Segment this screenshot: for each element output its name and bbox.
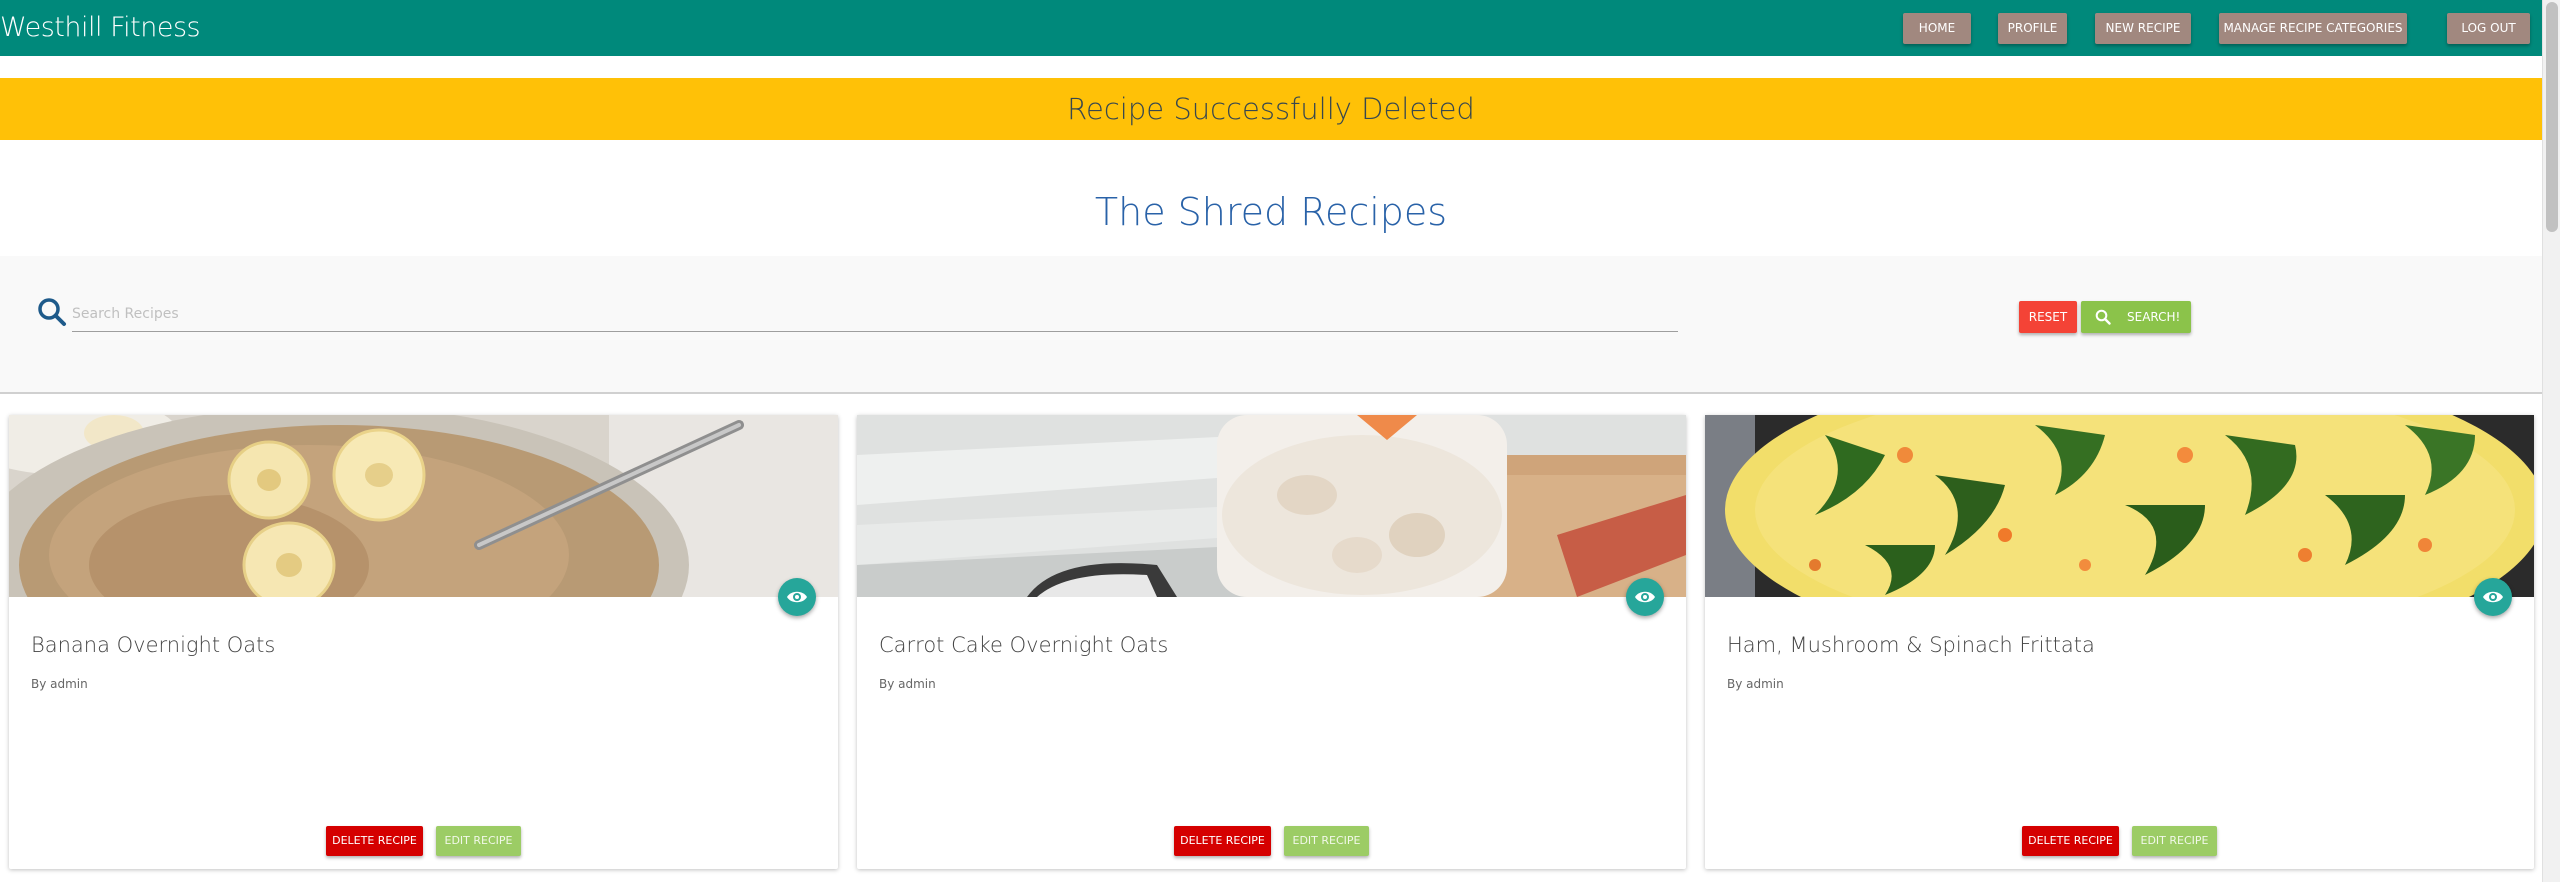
nav-home-button[interactable]: HOME [1903, 13, 1971, 44]
nav-manage-categories-button[interactable]: MANAGE RECIPE CATEGORIES [2219, 13, 2407, 44]
search-input[interactable] [72, 296, 1678, 332]
delete-recipe-button[interactable]: DELETE RECIPE [1174, 826, 1271, 856]
edit-recipe-button[interactable]: EDIT RECIPE [2132, 826, 2217, 856]
recipe-author: By admin [31, 677, 88, 691]
nav-profile-button[interactable]: PROFILE [1998, 13, 2067, 44]
delete-recipe-button[interactable]: DELETE RECIPE [326, 826, 423, 856]
brand-logo[interactable]: Westhill Fitness [0, 12, 201, 43]
view-recipe-button[interactable] [2474, 578, 2512, 616]
nav-logout-button[interactable]: LOG OUT [2447, 13, 2530, 44]
search-panel: RESET SEARCH! [0, 256, 2542, 394]
search-button[interactable]: SEARCH! [2081, 301, 2191, 333]
recipe-card: Banana Overnight Oats By admin DELETE RE… [9, 415, 838, 869]
page-root: Westhill Fitness HOME PROFILE NEW RECIPE… [0, 0, 2560, 882]
search-icon [38, 298, 66, 326]
recipe-image-banana-oats [9, 415, 838, 597]
search-button-label: SEARCH! [2127, 310, 2181, 324]
search-icon [2095, 309, 2111, 325]
reset-button[interactable]: RESET [2019, 301, 2077, 333]
view-recipe-button[interactable] [778, 578, 816, 616]
recipe-image-frittata [1705, 415, 2534, 597]
edit-recipe-button[interactable]: EDIT RECIPE [1284, 826, 1369, 856]
recipe-author: By admin [1727, 677, 1784, 691]
recipe-author: By admin [879, 677, 936, 691]
recipe-card: Ham, Mushroom & Spinach Frittata By admi… [1705, 415, 2534, 869]
page-title: The Shred Recipes [1094, 190, 1448, 234]
delete-recipe-button[interactable]: DELETE RECIPE [2022, 826, 2119, 856]
recipe-title[interactable]: Banana Overnight Oats [31, 633, 275, 657]
eye-icon [1635, 591, 1655, 603]
edit-recipe-button[interactable]: EDIT RECIPE [436, 826, 521, 856]
eye-icon [787, 591, 807, 603]
recipe-card: Carrot Cake Overnight Oats By admin DELE… [857, 415, 1686, 869]
top-navbar: Westhill Fitness HOME PROFILE NEW RECIPE… [0, 0, 2542, 56]
recipe-image-carrot-cake-oats [857, 415, 1686, 597]
recipe-title[interactable]: Ham, Mushroom & Spinach Frittata [1727, 633, 2095, 657]
page-scrollbar[interactable] [2542, 0, 2560, 882]
view-recipe-button[interactable] [1626, 578, 1664, 616]
nav-new-recipe-button[interactable]: NEW RECIPE [2095, 13, 2191, 44]
recipe-title[interactable]: Carrot Cake Overnight Oats [879, 633, 1168, 657]
success-alert: Recipe Successfully Deleted [0, 78, 2542, 140]
eye-icon [2483, 591, 2503, 603]
scrollbar-thumb[interactable] [2546, 2, 2558, 232]
